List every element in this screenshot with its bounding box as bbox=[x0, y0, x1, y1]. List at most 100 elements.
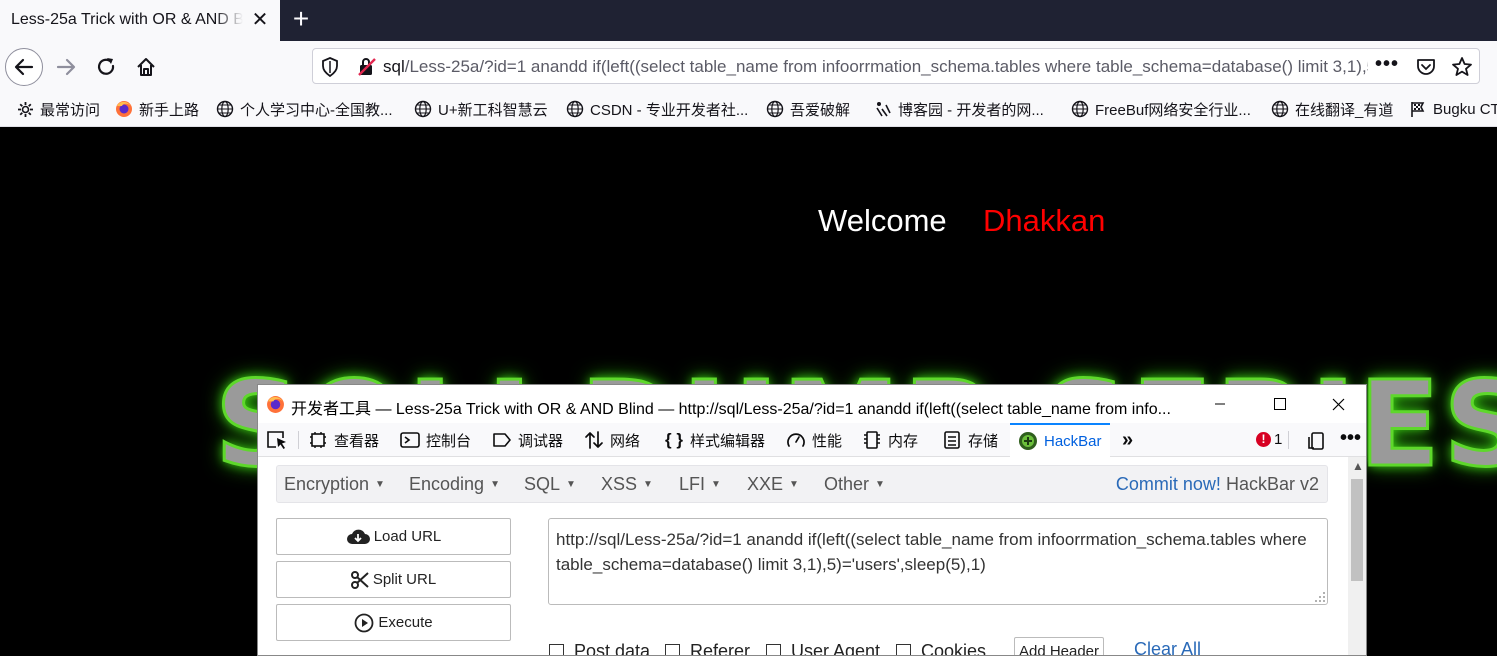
url-path: /Less-25a/?id=1 anandd if(left((select t… bbox=[404, 57, 1368, 76]
shield-icon[interactable] bbox=[321, 57, 339, 77]
navigation-bar: sql/Less-25a/?id=1 anandd if(left((selec… bbox=[0, 41, 1497, 91]
menu-xxe[interactable]: XXE ▼ bbox=[747, 474, 799, 495]
bookmark-item[interactable]: U+新工科智慧云 bbox=[414, 99, 548, 119]
tab-hackbar[interactable]: HackBar bbox=[1010, 423, 1110, 457]
bookmark-item[interactable]: FreeBuf网络安全行业... bbox=[1071, 99, 1251, 119]
caret-down-icon: ▼ bbox=[566, 479, 576, 490]
hackbar-logo-icon bbox=[1018, 431, 1038, 451]
caret-down-icon: ▼ bbox=[789, 479, 799, 490]
menu-encryption[interactable]: Encryption ▼ bbox=[284, 474, 385, 495]
more-tabs-button[interactable]: » bbox=[1122, 429, 1133, 452]
clear-all-link[interactable]: Clear All bbox=[1134, 639, 1201, 655]
firefox-icon bbox=[115, 100, 133, 118]
bookmark-item[interactable]: 个人学习中心-全国教... bbox=[216, 99, 393, 119]
insecure-lock-icon[interactable] bbox=[357, 57, 377, 77]
maximize-button[interactable] bbox=[1260, 391, 1300, 417]
devtools-scrollbar[interactable]: ▲ bbox=[1348, 457, 1366, 655]
arrow-left-icon bbox=[14, 58, 34, 76]
split-url-button[interactable]: Split URL bbox=[276, 561, 511, 598]
menu-lfi[interactable]: LFI ▼ bbox=[679, 474, 721, 495]
tab-active[interactable]: Less-25a Trick with OR & AND Blind ✕ bbox=[0, 0, 280, 41]
execute-button[interactable]: Execute bbox=[276, 604, 511, 641]
error-count: 1 bbox=[1274, 431, 1283, 448]
bookmark-item[interactable]: 最常访问 bbox=[16, 99, 100, 119]
reload-icon bbox=[97, 58, 115, 75]
caret-down-icon: ▼ bbox=[643, 479, 653, 490]
tab-close-button[interactable]: ✕ bbox=[250, 8, 270, 32]
braces-icon: { } bbox=[665, 430, 683, 449]
hackbar-url-textarea[interactable]: http://sql/Less-25a/?id=1 anandd if(left… bbox=[548, 518, 1328, 605]
cookies-checkbox[interactable]: Cookies bbox=[896, 641, 986, 655]
devtools-toolbar: 查看器 控制台 调试器 网络 { } 样式编辑器 性能 内存 存储 HackBa… bbox=[258, 423, 1366, 457]
devtools-title: 开发者工具 — Less-25a Trick with OR & AND Bli… bbox=[291, 401, 1171, 418]
pocket-icon[interactable] bbox=[1416, 57, 1436, 77]
scrollbar-thumb[interactable] bbox=[1351, 479, 1363, 581]
tab-performance[interactable]: 性能 bbox=[786, 423, 842, 457]
referer-checkbox[interactable]: Referer bbox=[665, 641, 750, 655]
add-header-button[interactable]: Add Header bbox=[1014, 637, 1104, 655]
bookmark-item[interactable]: Bugku CT bbox=[1409, 99, 1497, 119]
tab-memory[interactable]: 内存 bbox=[862, 423, 918, 457]
resize-grip-icon[interactable] bbox=[1314, 591, 1326, 603]
globe-icon bbox=[566, 100, 584, 118]
bookmark-item[interactable]: 新手上路 bbox=[115, 99, 199, 119]
new-tab-button[interactable]: + bbox=[287, 5, 315, 34]
home-button[interactable] bbox=[127, 48, 165, 86]
bookmark-item[interactable]: 在线翻译_有道 bbox=[1271, 99, 1393, 119]
scroll-up-icon[interactable]: ▲ bbox=[1352, 459, 1364, 473]
checkbox-box bbox=[665, 644, 680, 655]
devtools-menu-button[interactable]: ••• bbox=[1340, 427, 1361, 450]
bookmark-item[interactable]: 博客园 - 开发者的网... bbox=[874, 99, 1044, 119]
close-button[interactable] bbox=[1318, 391, 1358, 417]
menu-encoding[interactable]: Encoding ▼ bbox=[409, 474, 500, 495]
scissors-icon bbox=[350, 570, 369, 589]
element-picker-icon[interactable] bbox=[266, 430, 288, 450]
menu-sql[interactable]: SQL ▼ bbox=[524, 474, 576, 495]
bookmark-item[interactable]: CSDN - 专业开发者社... bbox=[566, 99, 748, 119]
inspector-icon bbox=[308, 430, 328, 450]
tab-console[interactable]: 控制台 bbox=[400, 423, 471, 457]
back-button[interactable] bbox=[5, 48, 43, 86]
network-icon bbox=[584, 430, 604, 450]
hackbar-commit: Commit now! HackBar v2 bbox=[1116, 474, 1319, 495]
forward-button[interactable] bbox=[47, 48, 85, 86]
tab-storage[interactable]: 存储 bbox=[942, 423, 998, 457]
storage-icon bbox=[942, 430, 962, 450]
menu-xss[interactable]: XSS ▼ bbox=[601, 474, 653, 495]
error-icon: ! bbox=[1256, 432, 1271, 447]
gauge-icon bbox=[786, 430, 806, 450]
firefox-icon bbox=[267, 396, 284, 413]
maximize-icon bbox=[1274, 398, 1286, 410]
bookmark-item[interactable]: 吾爱破解 bbox=[766, 99, 850, 119]
post-data-checkbox[interactable]: Post data bbox=[549, 641, 650, 655]
responsive-design-icon[interactable] bbox=[1306, 431, 1326, 451]
close-icon bbox=[1332, 398, 1344, 410]
caret-down-icon: ▼ bbox=[711, 479, 721, 490]
arrow-right-icon bbox=[56, 58, 76, 76]
url-host: sql bbox=[383, 57, 405, 76]
play-circle-icon bbox=[354, 613, 374, 633]
tab-debugger[interactable]: 调试器 bbox=[492, 423, 563, 457]
caret-down-icon: ▼ bbox=[875, 479, 885, 490]
globe-icon bbox=[1071, 100, 1089, 118]
memory-chip-icon bbox=[862, 430, 882, 450]
error-counter[interactable]: ! 1 bbox=[1256, 431, 1282, 448]
page-actions-menu[interactable]: ••• bbox=[1375, 53, 1399, 76]
devtools-titlebar[interactable]: 开发者工具 — Less-25a Trick with OR & AND Bli… bbox=[258, 385, 1366, 423]
menu-other[interactable]: Other ▼ bbox=[824, 474, 885, 495]
tab-network[interactable]: 网络 bbox=[584, 423, 640, 457]
gear-icon bbox=[16, 100, 34, 118]
url-text[interactable]: sql/Less-25a/?id=1 anandd if(left((selec… bbox=[383, 57, 1368, 77]
url-bar[interactable]: sql/Less-25a/?id=1 anandd if(left((selec… bbox=[312, 48, 1480, 84]
commit-now-link[interactable]: Commit now! bbox=[1116, 474, 1221, 494]
user-agent-checkbox[interactable]: User Agent bbox=[766, 641, 880, 655]
tab-style-editor[interactable]: { } 样式编辑器 bbox=[664, 423, 765, 457]
bookmark-star-icon[interactable] bbox=[1451, 56, 1473, 78]
minimize-button[interactable] bbox=[1200, 391, 1240, 417]
checkbox-box bbox=[766, 644, 781, 655]
checkbox-box bbox=[549, 644, 564, 655]
reload-button[interactable] bbox=[87, 48, 125, 86]
globe-icon bbox=[1271, 100, 1289, 118]
tab-inspector[interactable]: 查看器 bbox=[308, 423, 379, 457]
load-url-button[interactable]: Load URL bbox=[276, 518, 511, 555]
